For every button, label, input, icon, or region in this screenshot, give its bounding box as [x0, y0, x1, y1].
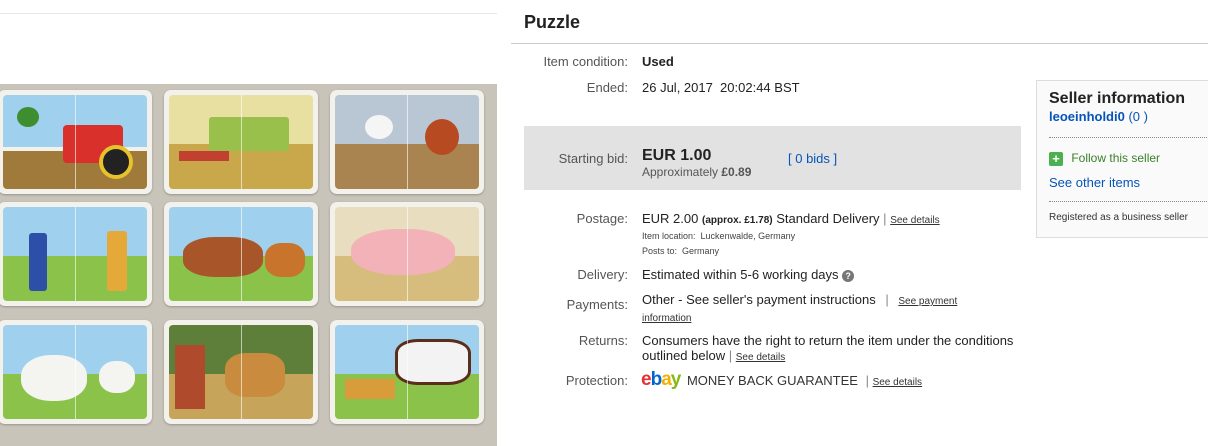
condition-value: Used: [642, 54, 674, 69]
payment-info-link-line1: See payment: [898, 296, 958, 307]
puzzle-tile-cow: [330, 320, 484, 424]
condition-label: Item condition:: [543, 54, 628, 69]
puzzle-tile-chickens: [330, 90, 484, 194]
follow-seller-label: Follow this seller: [1071, 151, 1161, 165]
seller-username[interactable]: leoeinholdi0: [1049, 109, 1125, 124]
seller-panel: Seller information leoeinholdi0 (0 ) + F…: [1036, 80, 1208, 238]
seller-feedback-score[interactable]: (0 ): [1128, 109, 1148, 124]
item-photo[interactable]: [0, 84, 497, 446]
divider: [1049, 137, 1208, 138]
posts-to: Posts to: Germany: [642, 246, 719, 256]
plus-icon: +: [1049, 151, 1063, 166]
title-divider: [511, 43, 1208, 44]
ended-label: Ended:: [586, 80, 628, 95]
returns-line2: outlined below: [642, 348, 726, 363]
payment-info-link-line2: information: [642, 313, 692, 324]
protection-line: ebay MONEY BACK GUARANTEE | See details: [641, 369, 922, 391]
payments-value: Other - See seller's payment instruction…: [642, 292, 876, 307]
money-back-guarantee: MONEY BACK GUARANTEE: [686, 373, 858, 388]
protection-label: Protection:: [565, 373, 628, 388]
bid-approx: Approximately £0.89: [642, 165, 751, 179]
question-icon[interactable]: ?: [842, 269, 855, 282]
divider: [0, 13, 497, 14]
item-location-label: Item location:: [642, 231, 696, 241]
postage-label: Postage:: [576, 211, 628, 226]
item-location: Item location: Luckenwalde, Germany: [642, 231, 795, 241]
ebay-logo-letter: b: [650, 369, 663, 390]
ebay-logo-letter: e: [641, 369, 652, 390]
registered-business-seller: Registered as a business seller: [1049, 212, 1188, 223]
returns-line1: Consumers have the right to return the i…: [642, 333, 1014, 348]
payments-line: Other - See seller's payment instruction…: [642, 292, 1012, 326]
payments-label: Payments:: [566, 297, 628, 312]
item-location-value: Luckenwalde, Germany: [700, 231, 796, 241]
divider: [1049, 201, 1208, 202]
puzzle-tile-horse-foal: [164, 202, 318, 306]
postage-service: Standard Delivery: [776, 211, 880, 226]
delivery-value: Estimated within 5-6 working days: [642, 267, 839, 282]
puzzle-tile-tractor: [0, 90, 152, 194]
bid-amount: EUR 1.00: [642, 147, 712, 164]
seller-name-line: leoeinholdi0 (0 ): [1049, 109, 1148, 124]
follow-seller[interactable]: + Follow this seller: [1049, 151, 1160, 166]
puzzle-tile-pony-stable: [164, 320, 318, 424]
delivery-line: Estimated within 5-6 working days ?: [642, 267, 855, 282]
see-other-items-link[interactable]: See other items: [1049, 175, 1140, 190]
ebay-logo-letter: a: [661, 369, 672, 390]
ended-value: 26 Jul, 2017 20:02:44 BST: [642, 80, 800, 95]
separator: |: [728, 348, 733, 363]
ebay-logo: ebay: [641, 369, 681, 390]
posts-to-value: Germany: [682, 246, 720, 256]
postage-line: EUR 2.00 (approx. £1.78) Standard Delive…: [642, 211, 940, 226]
separator: |: [883, 211, 887, 226]
starting-bid-label: Starting bid:: [558, 151, 628, 166]
puzzle-tile-sheep: [0, 320, 152, 424]
item-title: Puzzle: [524, 12, 581, 32]
separator: |: [865, 373, 869, 388]
returns-text: Consumers have the right to return the i…: [642, 333, 1013, 365]
postage-amount: EUR 2.00: [642, 211, 699, 226]
bid-approx-prefix: Approximately: [642, 165, 719, 179]
puzzle-tile-pigs: [330, 202, 484, 306]
postage-see-details[interactable]: See details: [890, 215, 939, 226]
bids-link[interactable]: [ 0 bids ]: [788, 151, 837, 166]
ebay-logo-letter: y: [670, 369, 682, 390]
separator: |: [885, 292, 889, 307]
seller-heading: Seller information: [1049, 90, 1186, 107]
returns-label: Returns:: [578, 333, 628, 348]
puzzle-tile-combine: [164, 90, 318, 194]
puzzle-tile-farmers: [0, 202, 152, 306]
posts-to-label: Posts to:: [642, 246, 678, 256]
delivery-label: Delivery:: [577, 267, 628, 282]
protection-see-details[interactable]: See details: [873, 377, 922, 388]
bid-approx-value: £0.89: [721, 165, 752, 179]
returns-see-details[interactable]: See details: [736, 352, 785, 363]
postage-approx: (approx. £1.78): [702, 215, 773, 226]
